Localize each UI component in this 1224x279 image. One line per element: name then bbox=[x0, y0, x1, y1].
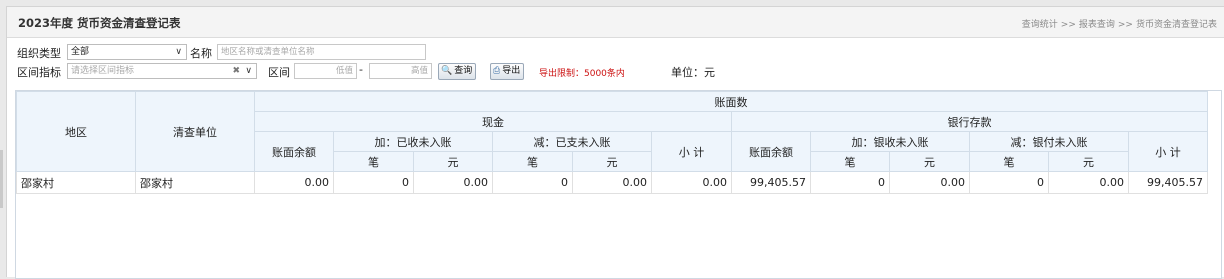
range-dash: - bbox=[359, 63, 363, 76]
range-label: 区间 bbox=[268, 66, 290, 79]
query-button-label: 查询 bbox=[454, 66, 473, 76]
col-header-bank-sub: 减：银付未入账 bbox=[969, 131, 1129, 152]
group-header-bank: 银行存款 bbox=[731, 111, 1208, 132]
col-header-cash-balance: 账面余额 bbox=[254, 131, 334, 172]
cell-region: 邵家村 bbox=[16, 171, 136, 194]
breadcrumb: 查询统计 >> 报表查询 >> 货币资金清查登记表 bbox=[1022, 17, 1217, 30]
range-high-input[interactable]: 高值 bbox=[369, 63, 432, 79]
col-header-bank-balance: 账面余额 bbox=[731, 131, 811, 172]
unit-text: 单位：元 bbox=[671, 66, 715, 79]
group-header-cash: 现金 bbox=[254, 111, 732, 132]
col-header-cash-add: 加：已收未入账 bbox=[333, 131, 493, 152]
col-header-amount: 元 bbox=[572, 151, 652, 172]
left-scroll-rail bbox=[0, 150, 3, 208]
breadcrumb-item[interactable]: 查询统计 bbox=[1022, 20, 1058, 30]
cell-bank-subtotal: 99,405.57 bbox=[1128, 171, 1208, 194]
report-table: 地区 清查单位 账面数 现金 银行存款 账面余额 加：已收未入账 减：已支未入账… bbox=[16, 91, 1208, 194]
cell-bank-sub-amount: 0.00 bbox=[1048, 171, 1129, 194]
range-index-placeholder: 请选择区间指标 bbox=[71, 66, 135, 76]
printer-icon: ⎙ bbox=[493, 66, 501, 76]
col-header-cash-sub: 减：已支未入账 bbox=[492, 131, 652, 152]
name-input[interactable]: 地区名称或清查单位名称 bbox=[217, 44, 426, 60]
export-button-label: 导出 bbox=[502, 66, 521, 76]
cell-bank-add-amount: 0.00 bbox=[889, 171, 970, 194]
cell-cash-sub-amount: 0.00 bbox=[572, 171, 652, 194]
breadcrumb-separator: >> bbox=[1060, 20, 1076, 30]
export-button[interactable]: ⎙ 导出 bbox=[490, 63, 525, 80]
filter-toolbar: 组织类型 全部 ∨ 名称 地区名称或清查单位名称 区间指标 请选择区间指标 ✖ … bbox=[17, 43, 1217, 87]
col-header-count: 笔 bbox=[969, 151, 1049, 172]
col-header-cash-subtotal: 小 计 bbox=[651, 131, 732, 172]
name-label: 名称 bbox=[190, 47, 212, 60]
range-index-select[interactable]: 请选择区间指标 ✖ ∨ bbox=[67, 63, 257, 79]
cell-cash-sub-count: 0 bbox=[492, 171, 573, 194]
org-type-value: 全部 bbox=[71, 47, 90, 57]
col-header-amount: 元 bbox=[413, 151, 493, 172]
col-header-count: 笔 bbox=[333, 151, 414, 172]
cell-bank-add-count: 0 bbox=[810, 171, 890, 194]
range-index-label: 区间指标 bbox=[17, 66, 61, 79]
chevron-down-icon: ∨ bbox=[175, 47, 182, 57]
breadcrumb-separator: >> bbox=[1117, 20, 1133, 30]
search-icon: 🔍 bbox=[441, 66, 453, 76]
page-title: 2023年度 货币资金清查登记表 bbox=[18, 16, 181, 30]
cell-cash-subtotal: 0.00 bbox=[651, 171, 732, 194]
org-type-label: 组织类型 bbox=[17, 47, 61, 60]
col-header-amount: 元 bbox=[1048, 151, 1129, 172]
col-header-bank-subtotal: 小 计 bbox=[1128, 131, 1208, 172]
breadcrumb-item[interactable]: 报表查询 bbox=[1079, 20, 1115, 30]
group-header-book: 账面数 bbox=[254, 91, 1208, 112]
panel-header: 2023年度 货币资金清查登记表 查询统计 >> 报表查询 >> 货币资金清查登记表 bbox=[7, 7, 1224, 38]
col-header-count: 笔 bbox=[810, 151, 890, 172]
cell-cash-balance: 0.00 bbox=[254, 171, 334, 194]
export-limit-note: 导出限制：5000条内 bbox=[539, 69, 625, 79]
report-table-container: 地区 清查单位 账面数 现金 银行存款 账面余额 加：已收未入账 减：已支未入账… bbox=[15, 90, 1222, 279]
cell-cash-add-count: 0 bbox=[333, 171, 414, 194]
table-row[interactable]: 邵家村 邵家村 0.00 0 0.00 0 0.00 0.00 99,405.5… bbox=[16, 171, 1208, 194]
cell-bank-balance: 99,405.57 bbox=[731, 171, 811, 194]
cell-unit: 邵家村 bbox=[135, 171, 255, 194]
breadcrumb-item: 货币资金清查登记表 bbox=[1135, 20, 1217, 30]
cell-cash-add-amount: 0.00 bbox=[413, 171, 493, 194]
cell-bank-sub-count: 0 bbox=[969, 171, 1049, 194]
report-panel: 2023年度 货币资金清查登记表 查询统计 >> 报表查询 >> 货币资金清查登记表 组… bbox=[6, 6, 1224, 279]
col-header-count: 笔 bbox=[492, 151, 573, 172]
col-header-region: 地区 bbox=[16, 91, 136, 172]
col-header-amount: 元 bbox=[889, 151, 970, 172]
range-low-input[interactable]: 低值 bbox=[294, 63, 357, 79]
query-button[interactable]: 🔍 查询 bbox=[438, 63, 477, 80]
org-type-select[interactable]: 全部 ∨ bbox=[67, 44, 187, 60]
col-header-bank-add: 加：银收未入账 bbox=[810, 131, 970, 152]
clear-icon[interactable]: ✖ bbox=[232, 64, 240, 78]
chevron-down-icon: ∨ bbox=[245, 66, 252, 76]
col-header-unit: 清查单位 bbox=[135, 91, 255, 172]
